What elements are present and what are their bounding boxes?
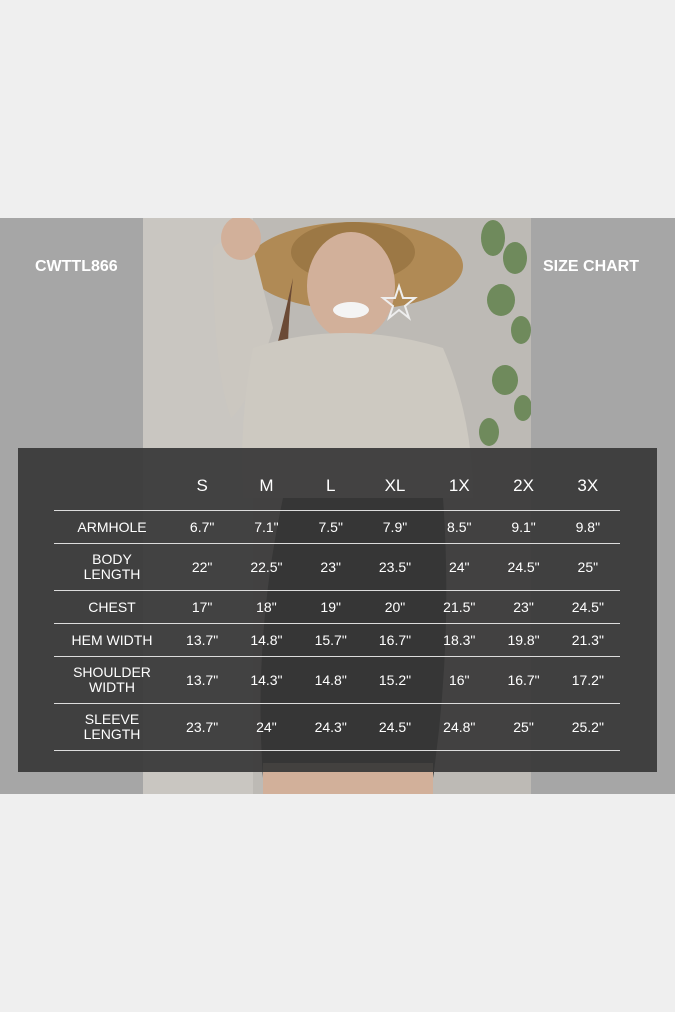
cell-value: 13.7" [186, 632, 219, 648]
cell-value: 14.8" [250, 632, 283, 648]
size-header-m: M [259, 476, 274, 495]
cell-value: 17.2" [571, 672, 604, 688]
cell-value: 9.1" [511, 519, 536, 535]
size-header-2x: 2X [513, 476, 534, 495]
cell-value: 7.5" [318, 519, 343, 535]
cell-value: 24.8" [443, 719, 476, 735]
table-row-chest: CHEST 17" 18" 19" 20" 21.5" 23" 24.5" [54, 590, 620, 623]
cell-value: 24" [256, 719, 277, 735]
cell-value: 13.7" [186, 672, 219, 688]
product-code: CWTTL866 [35, 258, 118, 275]
cell-value: 24.5" [378, 719, 412, 735]
size-chart-title: SIZE CHART [543, 258, 639, 275]
size-chart-panel: S M L XL 1X 2X 3X ARMHOLE 6.7" 7.1" 7.5"… [18, 448, 657, 772]
cell-value: 22" [191, 559, 213, 575]
cell-value: 15.2" [378, 672, 412, 688]
cell-value: 24" [448, 559, 470, 575]
cell-value: 23.7" [186, 719, 219, 735]
table-row-shoulder-width: SHOULDER WIDTH 13.7" 14.3" 14.8" 15.2" 1… [54, 656, 620, 703]
cell-value: 25.2" [571, 719, 604, 735]
table-row-sleeve-length: SLEEVE LENGTH 23.7" 24" 24.3" 24.5" 24.8… [54, 703, 620, 751]
cell-value: 20" [384, 599, 406, 615]
row-label: CHEST [88, 598, 136, 615]
table-row-body-length: BODY LENGTH 22" 22.5" 23" 23.5" 24" 24.5… [54, 543, 620, 590]
size-header-row: S M L XL 1X 2X 3X [54, 462, 620, 510]
cell-value: 23.5" [378, 559, 412, 575]
row-label: BODY LENGTH [83, 551, 141, 582]
cell-value: 25" [577, 559, 599, 575]
size-header-xl: XL [384, 476, 406, 495]
cell-value: 14.8" [314, 672, 347, 688]
cell-value: 7.9" [382, 519, 408, 535]
table-row-hem-width: HEM WIDTH 13.7" 14.8" 15.7" 16.7" 18.3" … [54, 623, 620, 656]
cell-value: 23" [513, 599, 534, 615]
row-label: ARMHOLE [77, 518, 147, 535]
cell-value: 16.7" [378, 632, 412, 648]
row-label: HEM WIDTH [71, 631, 153, 648]
cell-value: 18" [256, 599, 277, 615]
size-header-1x: 1X [448, 476, 470, 495]
cell-value: 24.3" [314, 719, 347, 735]
cell-value: 6.7" [189, 519, 215, 535]
cell-value: 24.5" [571, 599, 604, 615]
cell-value: 19" [320, 599, 341, 615]
size-header-3x: 3X [577, 476, 599, 495]
cell-value: 18.3" [443, 632, 476, 648]
cell-value: 9.8" [575, 519, 601, 535]
cell-value: 16.7" [507, 672, 540, 688]
size-header-s: S [196, 476, 208, 495]
cell-value: 17" [191, 599, 213, 615]
cell-value: 22.5" [250, 559, 283, 575]
row-label: SHOULDER WIDTH [73, 664, 151, 695]
row-label: SLEEVE LENGTH [83, 711, 141, 742]
cell-value: 14.3" [250, 672, 283, 688]
cell-value: 19.8" [507, 632, 540, 648]
size-header-l: L [325, 476, 336, 495]
cell-value: 8.5" [447, 519, 472, 535]
cell-value: 16" [448, 672, 470, 688]
cell-value: 7.1" [254, 519, 279, 535]
size-chart-table: S M L XL 1X 2X 3X ARMHOLE 6.7" 7.1" 7.5"… [54, 462, 620, 751]
cell-value: 23" [320, 559, 341, 575]
table-row-armhole: ARMHOLE 6.7" 7.1" 7.5" 7.9" 8.5" 9.1" 9.… [54, 510, 620, 543]
cell-value: 21.3" [571, 632, 604, 648]
cell-value: 15.7" [314, 632, 347, 648]
cell-value: 24.5" [507, 559, 540, 575]
cell-value: 21.5" [443, 599, 476, 615]
cell-value: 25" [513, 719, 534, 735]
